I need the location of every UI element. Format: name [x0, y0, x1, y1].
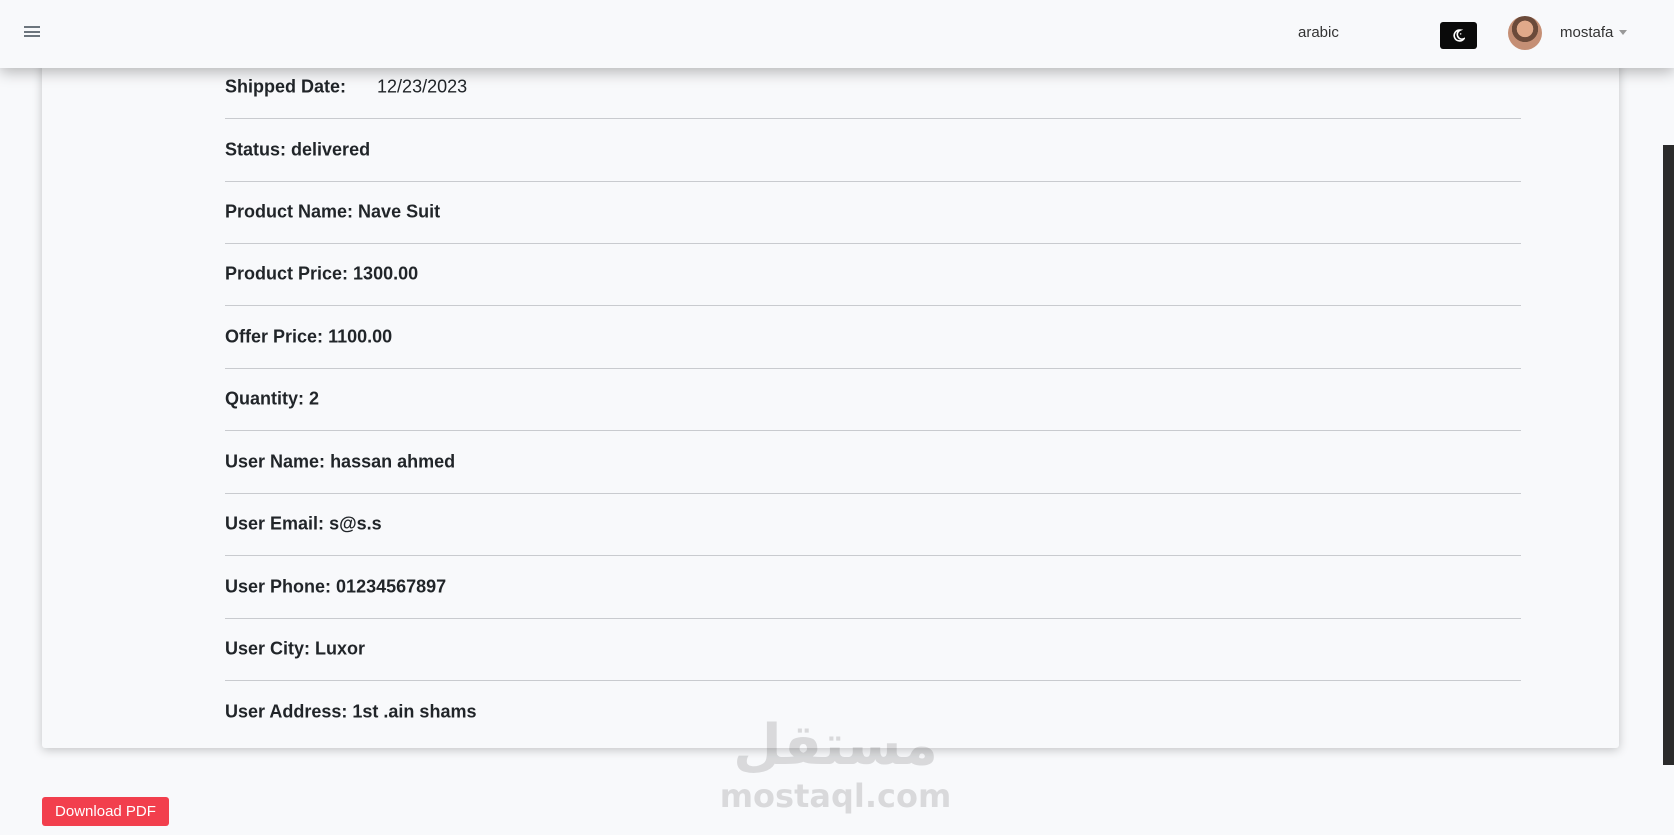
hamburger-menu-icon[interactable]: [24, 26, 40, 38]
detail-row-offer-price: Offer Price: 1100.00: [225, 306, 1521, 369]
offer-price-value: 1100.00: [328, 326, 393, 347]
order-details-card: Shipped Date: 12/23/2023 Status: deliver…: [42, 20, 1619, 748]
user-name-value: hassan ahmed: [330, 451, 456, 472]
detail-row-product-price: Product Price: 1300.00: [225, 243, 1521, 306]
theme-toggle-button[interactable]: [1440, 22, 1477, 49]
user-dropdown[interactable]: mostafa: [1560, 24, 1628, 41]
watermark-mark: مستقل: [733, 713, 938, 778]
watermark-logo: مستقل mostaql.com: [720, 713, 952, 825]
user-phone-label: User Phone:: [225, 576, 332, 597]
user-city-label: User City:: [225, 638, 311, 659]
user-address-label: User Address:: [225, 701, 348, 722]
user-address-value: 1st .ain shams: [352, 701, 477, 722]
detail-row-status: Status: delivered: [225, 119, 1521, 182]
user-avatar[interactable]: [1508, 16, 1542, 50]
shipped-date-label: Shipped Date:: [225, 76, 347, 97]
product-name-value: Nave Suit: [358, 201, 441, 222]
product-price-value: 1300.00: [353, 263, 419, 284]
user-name: mostafa: [1560, 24, 1614, 41]
language-switch-link[interactable]: arabic: [1298, 24, 1339, 41]
detail-row-user-phone: User Phone: 01234567897: [225, 556, 1521, 619]
chevron-down-icon: [1619, 30, 1628, 35]
detail-row-quantity: Quantity: 2: [225, 368, 1521, 431]
detail-row-product-name: Product Name: Nave Suit: [225, 181, 1521, 244]
quantity-label: Quantity:: [225, 388, 304, 409]
moon-icon: [1453, 29, 1465, 42]
user-city-value: Luxor: [315, 638, 366, 659]
vertical-scrollbar[interactable]: [1663, 145, 1674, 765]
watermark-text: mostaql.com: [719, 777, 952, 815]
detail-row-user-name: User Name: hassan ahmed: [225, 431, 1521, 494]
user-name-label: User Name:: [225, 451, 326, 472]
product-price-label: Product Price:: [225, 263, 349, 284]
offer-price-label: Offer Price:: [225, 326, 324, 347]
product-name-label: Product Name:: [225, 201, 354, 222]
detail-row-user-email: User Email: s@s.s: [225, 493, 1521, 556]
detail-row-user-city: User City: Luxor: [225, 618, 1521, 681]
status-label: Status:: [225, 139, 287, 160]
user-email-value: s@s.s: [329, 513, 382, 534]
shipped-date-value: 12/23/2023: [377, 76, 468, 97]
top-navbar: arabic mostafa: [0, 0, 1674, 68]
user-phone-value: 01234567897: [336, 576, 447, 597]
user-email-label: User Email:: [225, 513, 325, 534]
download-pdf-button[interactable]: Download PDF: [42, 797, 169, 826]
quantity-value: 2: [309, 388, 320, 409]
status-value: delivered: [291, 139, 371, 160]
